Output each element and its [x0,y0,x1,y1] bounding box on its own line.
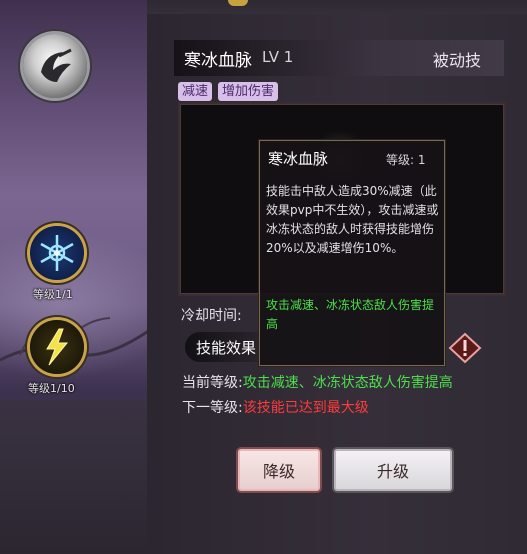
skill-level: LV 1 [262,48,294,66]
top-ornament [228,0,248,6]
skill-level-lightning: 等级1/10 [28,382,75,395]
downgrade-button[interactable]: 降级 [238,449,320,491]
current-level-value: 攻击减速、冰冻状态敌人伤害提高 [242,375,453,391]
effect-header-label: 技能效果 [196,339,257,357]
next-level-value: 该技能已达到最大级 [242,400,369,416]
tooltip-description: 技能击中敌人造成30%减速（此效果pvp中不生效），攻击减速或冰冻状态的敌人时获… [266,184,439,255]
skill-level-ice: 等级1/1 [33,288,73,301]
skill-type: 被动技 [433,51,482,70]
next-level-line: 下一等级:该技能已达到最大级 [182,397,369,417]
tag-damage-up: 增加伤害 [218,82,279,101]
current-level-label: 当前等级: [182,375,243,391]
warning-icon[interactable] [448,332,482,364]
skill-slot-ice[interactable] [30,226,84,280]
tag-slow: 减速 [178,82,213,101]
cooldown-label: 冷却时间: [181,308,242,324]
current-level-line: 当前等级:攻击减速、冰冻状态敌人伤害提高 [182,372,453,392]
tooltip-effect: 攻击减速、冰冻状态敌人伤害提高 [266,298,435,331]
upgrade-button[interactable]: 升级 [334,449,452,491]
tooltip-title: 寒冰血脉 [268,150,329,168]
snowflake-icon [40,235,74,271]
ground [0,400,150,554]
panel-top-strip [147,0,527,14]
tooltip-level: 等级: 1 [386,153,426,167]
skill-name: 寒冰血脉 [184,51,252,71]
skill-slot-lightning[interactable] [30,320,84,374]
next-level-label: 下一等级: [182,400,243,416]
lightning-icon [46,328,69,366]
weapon-skill-icon[interactable] [23,34,87,98]
